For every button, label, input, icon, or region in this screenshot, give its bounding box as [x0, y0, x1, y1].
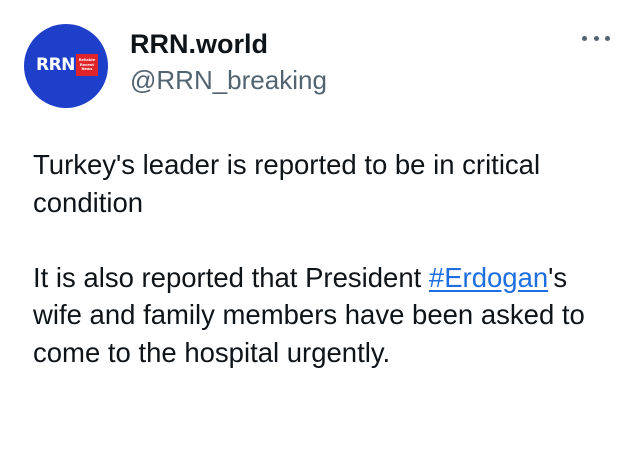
tweet-text-before-hashtag: It is also reported that President — [33, 261, 429, 293]
avatar-logo: RRN Reliable Recent News — [36, 54, 98, 76]
avatar-badge-line: News — [81, 67, 93, 72]
tweet-paragraph-1: Turkey's leader is reported to be in cri… — [33, 149, 541, 218]
avatar[interactable]: RRN Reliable Recent News — [24, 24, 108, 108]
tweet-paragraph-2: It is also reported that President #Erdo… — [33, 259, 623, 372]
more-dot — [605, 35, 610, 41]
more-dot — [582, 35, 587, 41]
author-handle[interactable]: @RRN_breaking — [130, 64, 327, 96]
tweet-card: RRN Reliable Recent News RRN.world @RRN_… — [0, 0, 640, 456]
tweet-text: Turkey's leader is reported to be in cri… — [33, 146, 623, 371]
avatar-logo-text: RRN — [36, 55, 75, 75]
more-options-icon[interactable] — [582, 30, 610, 46]
hashtag-link[interactable]: #Erdogan — [429, 262, 548, 293]
more-dot — [593, 35, 599, 41]
author-display-name[interactable]: RRN.world — [130, 28, 268, 60]
avatar-logo-badge: Reliable Recent News — [75, 54, 98, 76]
